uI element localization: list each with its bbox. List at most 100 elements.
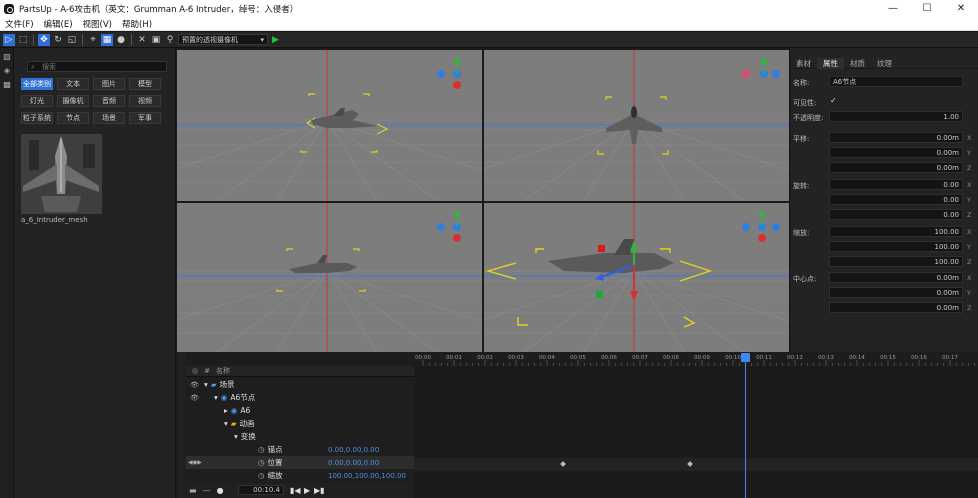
timeline-ruler[interactable]: 00:00 00:01 00:02 00:03 00:04 00:05 00:06 00:07…	[414, 352, 978, 366]
scale-x-field[interactable]: 100.00	[829, 226, 963, 237]
select-tool-icon[interactable]: ▷	[3, 33, 15, 46]
chip-military[interactable]: 军事	[129, 112, 161, 124]
checker-icon[interactable]: ▩	[2, 79, 12, 89]
tree-row-a6-node[interactable]: 👁 ▾ ◉ A6节点	[186, 391, 414, 404]
move-tool-icon[interactable]: ✥	[38, 33, 50, 46]
tree-row-position[interactable]: ◀◆▶ ◷ 位置 0.00,0.00,0.00	[186, 456, 414, 469]
viewport-bottom-left[interactable]	[177, 203, 482, 352]
chip-light[interactable]: 灯光	[21, 95, 53, 107]
expand-caret-icon[interactable]: ▾	[234, 432, 238, 441]
translate-z-field[interactable]: 0.00m	[829, 162, 963, 173]
chip-node[interactable]: 节点	[57, 112, 89, 124]
tree-row-a6[interactable]: ▸ ◉ A6	[186, 404, 414, 417]
chip-audio[interactable]: 音频	[93, 95, 125, 107]
tab-properties[interactable]: 属性	[817, 58, 844, 69]
viewport-top-left[interactable]	[177, 50, 482, 201]
tree-row-anchor[interactable]: ◷ 锚点 0.00,0.00,0.00	[186, 443, 414, 456]
play-icon[interactable]: ▶	[304, 486, 310, 495]
tree-value[interactable]: 0.00,0.00,0.00	[328, 459, 379, 467]
folder-add-icon[interactable]: ▬	[189, 486, 197, 495]
current-time-field[interactable]: 00:10.4	[238, 485, 284, 495]
translate-y-field[interactable]: 0.00m	[829, 147, 963, 158]
toolbar-divider	[33, 34, 34, 45]
tree-row-transform[interactable]: ▾ 变换	[186, 430, 414, 443]
rotate-tool-icon[interactable]: ↻	[52, 34, 64, 46]
rotate-y-field[interactable]: 0.00	[829, 194, 963, 205]
stopwatch-icon[interactable]: ◷	[258, 471, 265, 480]
eye-icon[interactable]: 👁	[190, 381, 199, 389]
grid-icon[interactable]: ▦	[101, 33, 113, 46]
layout-icon[interactable]: ▣	[150, 34, 162, 46]
expand-caret-icon[interactable]: ▾	[204, 380, 208, 389]
toolbar: ▷ ⬚ ✥ ↻ ◱ ⌖ ▦ ● ✕ ▣ ⚲ 预置的透视摄像机 ▾ ▶	[0, 32, 978, 48]
expand-caret-icon[interactable]: ▾	[214, 393, 218, 402]
asset-thumbnail[interactable]	[21, 134, 102, 214]
name-field[interactable]: A6节点	[829, 76, 963, 87]
next-frame-icon[interactable]: ▶▮	[314, 486, 325, 495]
minimize-button[interactable]: —	[876, 0, 910, 17]
viewport-bottom-right[interactable]	[484, 203, 789, 352]
chip-text[interactable]: 文本	[57, 78, 89, 90]
menu-view[interactable]: 视图(V)	[78, 18, 117, 30]
tree-row-animation[interactable]: ▾ ▰ 动画	[186, 417, 414, 430]
maximize-button[interactable]: ☐	[910, 0, 944, 17]
visibility-checkbox[interactable]: ✓	[830, 96, 837, 105]
scale-z-field[interactable]: 100.00	[829, 256, 963, 267]
search-input[interactable]: ⌕ 搜索	[27, 61, 167, 72]
close-button[interactable]: ✕	[944, 0, 978, 17]
light-bulb-icon[interactable]: ●	[115, 34, 127, 46]
chip-scene[interactable]: 场景	[93, 112, 125, 124]
zoom-slider-handle[interactable]: ●	[217, 486, 224, 495]
prev-frame-icon[interactable]: ▮◀	[290, 486, 301, 495]
timeline-tree-top	[186, 352, 414, 366]
keyframe-nav-icon[interactable]: ◀◆▶	[188, 459, 202, 466]
rotate-z-field[interactable]: 0.00	[829, 209, 963, 220]
rotate-x-field[interactable]: 0.00	[829, 179, 963, 190]
cube-icon[interactable]: ◈	[2, 65, 12, 75]
center-y-field[interactable]: 0.00m	[829, 287, 963, 298]
playhead-line[interactable]	[745, 353, 747, 498]
fit-view-icon[interactable]: ✕	[136, 34, 148, 46]
scale-y-field[interactable]: 100.00	[829, 241, 963, 252]
tree-row-scene[interactable]: 👁 ▾ ▰ 场景	[186, 378, 414, 391]
chip-model[interactable]: 模型	[129, 78, 161, 90]
eye-icon[interactable]: 👁	[190, 394, 199, 402]
window-title: PartsUp - A-6攻击机（英文：Grumman A-6 Intruder…	[19, 4, 299, 15]
region-select-icon[interactable]: ⬚	[17, 34, 29, 46]
play-icon[interactable]: ▶	[272, 35, 279, 45]
chip-image[interactable]: 图片	[93, 78, 125, 90]
playhead-handle[interactable]	[741, 353, 751, 362]
node-icon: ◉	[220, 393, 228, 402]
menu-edit[interactable]: 编辑(E)	[39, 18, 78, 30]
opacity-field[interactable]: 1.00	[829, 111, 963, 122]
translate-x-field[interactable]: 0.00m	[829, 132, 963, 143]
expand-caret-icon[interactable]: ▾	[224, 419, 228, 428]
chip-particle[interactable]: 粒子系统	[21, 112, 53, 124]
menu-file[interactable]: 文件(F)	[0, 18, 39, 30]
timeline-track-area[interactable]	[414, 366, 978, 483]
pivot-icon[interactable]: ⌖	[87, 34, 99, 46]
image-library-icon[interactable]: ▧	[2, 51, 12, 61]
zoom-icon[interactable]: ⚲	[164, 34, 176, 46]
tab-texture[interactable]: 纹理	[871, 58, 898, 69]
tree-row-scale[interactable]: ◷ 缩放 100.00,100.00,100.00	[186, 469, 414, 482]
tab-material[interactable]: 材质	[844, 58, 871, 69]
expand-caret-icon[interactable]: ▸	[224, 406, 228, 415]
menu-help[interactable]: 帮助(H)	[117, 18, 157, 30]
stopwatch-icon[interactable]: ◷	[258, 445, 265, 454]
chip-all[interactable]: 全部类别	[21, 78, 53, 90]
viewport-top-right[interactable]	[484, 50, 789, 201]
camera-dropdown[interactable]: 预置的透视摄像机 ▾	[178, 34, 268, 45]
stopwatch-icon[interactable]: ◷	[258, 458, 265, 467]
center-z-field[interactable]: 0.00m	[829, 302, 963, 313]
chip-camera[interactable]: 摄像机	[57, 95, 89, 107]
opacity-label: 不透明度:	[793, 114, 824, 122]
tree-value[interactable]: 100.00,100.00,100.00	[328, 472, 406, 480]
zoom-out-icon[interactable]: —	[203, 486, 211, 495]
scale-tool-icon[interactable]: ◱	[66, 34, 78, 46]
tree-value[interactable]: 0.00,0.00,0.00	[328, 446, 379, 454]
tab-assets[interactable]: 素材	[790, 58, 817, 69]
center-x-field[interactable]: 0.00m	[829, 272, 963, 283]
center-label: 中心点:	[793, 275, 817, 283]
chip-video[interactable]: 视频	[129, 95, 161, 107]
